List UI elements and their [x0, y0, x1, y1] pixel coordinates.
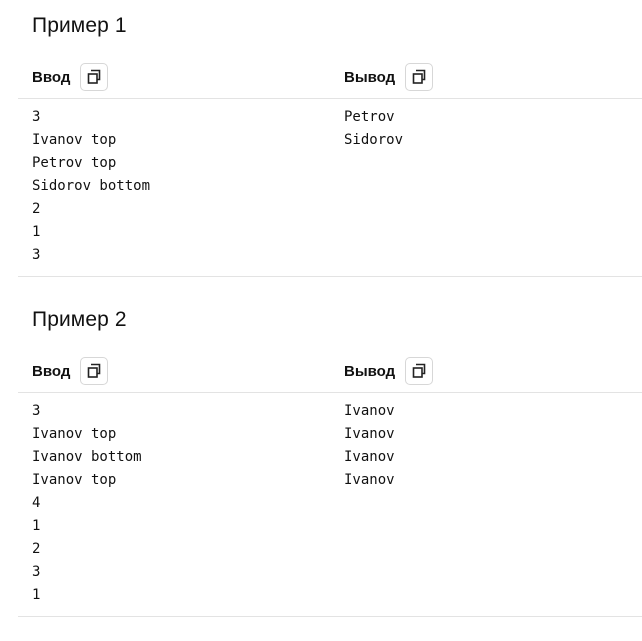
- output-header: Вывод: [344, 355, 434, 387]
- input-line: 3: [32, 247, 41, 263]
- input-line: Petrov top: [32, 155, 117, 171]
- input-line: Ivanov top: [32, 472, 117, 488]
- copy-input-button[interactable]: [80, 63, 109, 91]
- input-header: Ввод: [32, 61, 109, 93]
- input-label: Ввод: [32, 68, 71, 86]
- example-body-row: 3 Ivanov top Petrov top Sidorov bottom 2…: [18, 106, 642, 277]
- example-title: Пример 2: [32, 308, 127, 331]
- output-line: Ivanov: [344, 426, 395, 442]
- input-line: 2: [32, 201, 41, 217]
- input-line: 3: [32, 564, 41, 580]
- output-block[interactable]: Petrov Sidorov: [344, 106, 403, 152]
- output-block[interactable]: Ivanov Ivanov Ivanov Ivanov: [344, 400, 395, 492]
- input-line: 4: [32, 495, 41, 511]
- copy-icon: [88, 69, 101, 84]
- output-label: Вывод: [344, 68, 396, 86]
- input-line: 3: [32, 403, 41, 419]
- copy-icon: [412, 363, 426, 378]
- example-body-row: 3 Ivanov top Ivanov bottom Ivanov top 4 …: [18, 400, 642, 617]
- copy-icon: [412, 69, 426, 84]
- output-line: Sidorov: [344, 132, 404, 148]
- output-line: Ivanov: [344, 403, 395, 419]
- input-line: 1: [32, 224, 41, 240]
- input-line: Sidorov bottom: [32, 178, 151, 194]
- input-line: Ivanov top: [32, 132, 117, 148]
- example-title: Пример 1: [32, 14, 127, 37]
- input-line: 1: [32, 518, 41, 534]
- output-line: Ivanov: [344, 449, 395, 465]
- copy-input-button[interactable]: [80, 357, 109, 385]
- input-line: 3: [32, 109, 41, 125]
- input-block[interactable]: 3 Ivanov top Ivanov bottom Ivanov top 4 …: [32, 400, 142, 607]
- copy-output-button[interactable]: [405, 63, 434, 91]
- copy-icon: [88, 363, 101, 378]
- input-block[interactable]: 3 Ivanov top Petrov top Sidorov bottom 2…: [32, 106, 150, 267]
- output-line: Ivanov: [344, 472, 395, 488]
- output-label: Вывод: [344, 362, 396, 380]
- input-line: 2: [32, 541, 41, 557]
- input-line: 1: [32, 587, 41, 603]
- copy-output-button[interactable]: [405, 357, 434, 385]
- example-header-row: Ввод Вывод: [18, 61, 642, 99]
- input-label: Ввод: [32, 362, 71, 380]
- input-header: Ввод: [32, 355, 109, 387]
- input-line: Ivanov bottom: [32, 449, 142, 465]
- example-header-row: Ввод Вывод: [18, 355, 642, 393]
- input-line: Ivanov top: [32, 426, 117, 442]
- output-line: Petrov: [344, 109, 395, 125]
- output-header: Вывод: [344, 61, 434, 93]
